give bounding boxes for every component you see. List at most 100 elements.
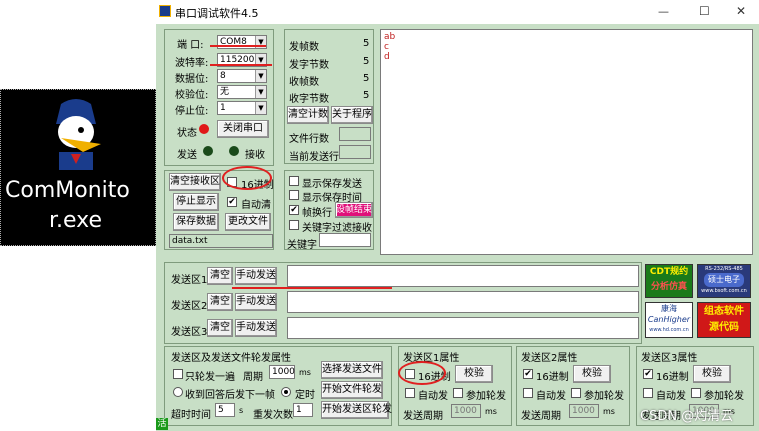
area1-verify-button[interactable]: 校验 xyxy=(455,365,493,383)
save-data-button[interactable]: 保存数据 xyxy=(173,213,219,231)
start-file-poll-button[interactable]: 开始文件轮发 xyxy=(321,381,383,399)
exe-name-line2: r.exe xyxy=(49,208,103,233)
recv-line: d xyxy=(384,52,390,62)
send-area-1-input[interactable] xyxy=(287,265,639,287)
file-name-field[interactable]: data.txt xyxy=(169,234,273,248)
app-icon xyxy=(159,5,171,17)
ad-cdt[interactable]: CDT规约 分析仿真 xyxy=(645,264,693,298)
area2-period-field[interactable]: 1000 xyxy=(569,404,599,418)
send-area-2-send-button[interactable]: 手动发送 xyxy=(235,293,277,311)
recv-led-icon xyxy=(229,146,239,156)
poll-title: 发送区及发送文件轮发属性 xyxy=(171,353,291,364)
start-area-poll-button[interactable]: 开始发送区轮发 xyxy=(321,401,392,419)
send-area-3-label: 发送区3 xyxy=(171,327,208,338)
send-area-1-clear-button[interactable]: 清空 xyxy=(207,267,233,285)
close-port-button[interactable]: 关闭串口 xyxy=(217,120,269,138)
period-field[interactable]: 1000 xyxy=(269,365,295,379)
after-reply-radio[interactable] xyxy=(173,387,183,397)
recv-line: c xyxy=(384,42,389,52)
area3-auto-checkbox[interactable] xyxy=(643,388,653,398)
parity-select[interactable]: 无 ▼ xyxy=(217,85,267,99)
display-options-panel: 显示保存发送 显示保存时间 ✔ 帧换行 设帧结束 关键字过滤接收 关键字 xyxy=(284,170,374,251)
chevron-down-icon: ▼ xyxy=(255,70,266,82)
recv-bytes-label: 收字节数 xyxy=(289,94,329,105)
receive-text-area[interactable]: ab c d xyxy=(380,29,753,255)
clear-count-button[interactable]: 清空计数 xyxy=(287,106,329,124)
area3-append-checkbox[interactable] xyxy=(691,388,701,398)
maximize-button[interactable]: ☐ xyxy=(699,4,710,18)
file-lines-field xyxy=(339,127,371,141)
clear-receive-button[interactable]: 清空接收区 xyxy=(169,173,221,191)
ad-rs232[interactable]: RS-232/RS-485 硕士电子 www.bsoft.com.cn xyxy=(697,264,751,298)
port-label: 端 口: xyxy=(177,40,204,51)
after-reply-label: 收到回答后发下一帧 xyxy=(185,390,275,401)
sent-bytes-label: 发字节数 xyxy=(289,60,329,71)
send-area-3-clear-button[interactable]: 清空 xyxy=(207,319,233,337)
sent-bytes-value: 5 xyxy=(363,56,370,67)
area2-append-checkbox[interactable] xyxy=(571,388,581,398)
recv-frames-value: 5 xyxy=(363,73,370,84)
send-area-1-send-button[interactable]: 手动发送 xyxy=(235,267,277,285)
exe-name-line1: ComMonito xyxy=(5,178,130,203)
show-saved-sent-checkbox[interactable] xyxy=(289,176,299,186)
sent-frames-value: 5 xyxy=(363,38,370,49)
minimize-button[interactable]: — xyxy=(658,5,669,18)
area2-hex-checkbox[interactable]: ✔ xyxy=(523,369,533,379)
repeat-field[interactable]: 1 xyxy=(293,403,313,417)
data-bits-select[interactable]: 8 ▼ xyxy=(217,69,267,83)
area2-auto-checkbox[interactable] xyxy=(523,388,533,398)
select-file-button[interactable]: 选择发送文件 xyxy=(321,361,383,379)
annotation-circle xyxy=(398,361,446,385)
duck-icon xyxy=(56,99,101,170)
data-bits-label: 数据位: xyxy=(175,74,209,85)
parity-value: 无 xyxy=(220,87,230,97)
area3-props-title: 发送区3属性 xyxy=(641,353,698,364)
area2-props-title: 发送区2属性 xyxy=(521,353,578,364)
area1-period-field[interactable]: 1000 xyxy=(451,404,481,418)
keyword-label: 关键字 xyxy=(287,240,317,251)
period-label: 周期 xyxy=(243,372,263,383)
timeout-field[interactable]: 5 xyxy=(215,403,235,417)
ad-zutai[interactable]: 组态软件 源代码 xyxy=(697,302,751,338)
keyword-filter-label: 关键字过滤接收 xyxy=(302,223,372,234)
area2-props-panel: 发送区2属性 ✔ 16进制 校验 自动发 参加轮发 发送周期 1000 ms xyxy=(516,346,630,426)
ad-kanghai-line1: 康海 xyxy=(661,304,677,313)
send-led-label: 发送 xyxy=(177,150,197,161)
ad-kanghai[interactable]: 康海 CanHigher www.hd.com.cn xyxy=(645,302,693,338)
poll-panel: 发送区及发送文件轮发属性 只轮发一遍 周期 1000 ms 选择发送文件 收到回… xyxy=(164,346,392,426)
send-area-3-send-button[interactable]: 手动发送 xyxy=(235,319,277,337)
window-title: 串口调试软件4.5 xyxy=(175,7,259,20)
ad-rs-top: RS-232/RS-485 xyxy=(705,266,743,272)
frame-newline-checkbox[interactable]: ✔ xyxy=(289,205,299,215)
file-lines-label: 文件行数 xyxy=(289,134,329,145)
keyword-filter-checkbox[interactable] xyxy=(289,220,299,230)
desktop-exe-icon[interactable]: ComMonito r.exe xyxy=(0,89,156,246)
annotation-line xyxy=(210,45,266,47)
current-line-field xyxy=(339,145,371,159)
change-file-button[interactable]: 更改文件 xyxy=(225,213,271,231)
frame-end-button[interactable]: 设帧结束 xyxy=(335,202,373,218)
area2-verify-button[interactable]: 校验 xyxy=(573,365,611,383)
area2-auto-label: 自动发 xyxy=(536,391,566,402)
timed-radio[interactable] xyxy=(281,387,291,397)
send-area-3-input[interactable] xyxy=(287,317,639,339)
area1-append-label: 参加轮发 xyxy=(466,391,506,402)
send-area-2-clear-button[interactable]: 清空 xyxy=(207,293,233,311)
stop-bits-select[interactable]: 1 ▼ xyxy=(217,101,267,115)
send-area-2-input[interactable] xyxy=(287,291,639,313)
keyword-field[interactable] xyxy=(319,233,371,247)
poll-once-checkbox[interactable] xyxy=(173,369,183,379)
area1-append-checkbox[interactable] xyxy=(453,388,463,398)
stop-display-button[interactable]: 停止显示 xyxy=(173,193,219,211)
about-button[interactable]: 关于程序 xyxy=(331,106,373,124)
close-button[interactable]: ✕ xyxy=(736,4,746,18)
auto-clear-checkbox[interactable]: ✔ xyxy=(227,197,237,207)
show-saved-time-checkbox[interactable] xyxy=(289,190,299,200)
status-label: 状态 xyxy=(177,128,197,139)
area1-auto-checkbox[interactable] xyxy=(405,388,415,398)
area3-verify-button[interactable]: 校验 xyxy=(693,365,731,383)
chevron-down-icon: ▼ xyxy=(255,102,266,114)
period-unit: ms xyxy=(299,368,311,377)
area3-hex-checkbox[interactable]: ✔ xyxy=(643,369,653,379)
auto-clear-label: 自动清 xyxy=(241,200,271,211)
